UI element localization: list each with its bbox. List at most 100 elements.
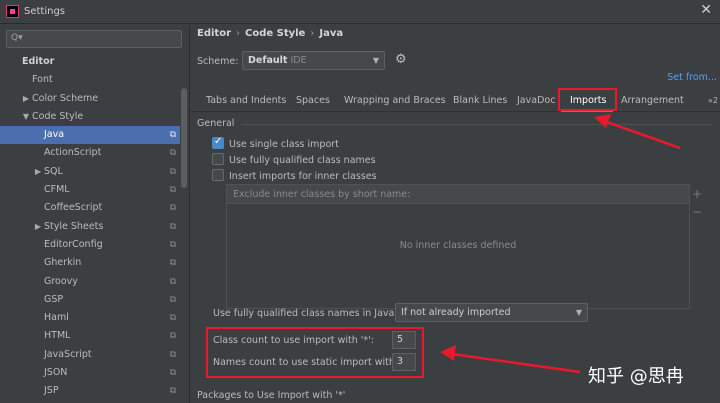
sidebar-item-actionscript[interactable]: ActionScript ⧉ [0, 144, 180, 162]
class-count-label: Class count to use import with '*': [213, 335, 374, 346]
sidebar-item-label: ActionScript [44, 147, 102, 159]
sidebar-item-editor[interactable]: Editor [0, 53, 180, 71]
title-bar: Settings ✕ [0, 0, 720, 24]
close-icon[interactable]: ✕ [700, 2, 712, 18]
copy-settings-icon: ⧉ [169, 331, 176, 342]
inner-classes-header: Exclude inner classes by short name: [227, 185, 689, 204]
settings-sidebar: Q▾ Editor Font ▶ Color Scheme ▼ Code Style Jav… [0, 25, 190, 403]
tab-javadoc[interactable]: JavaDoc [517, 95, 555, 106]
class-count-input[interactable]: 5 [392, 331, 416, 349]
general-section-title: General [197, 118, 235, 129]
sidebar-item-groovy[interactable]: Groovy ⧉ [0, 273, 180, 291]
breadcrumb-separator: › [310, 28, 315, 39]
copy-settings-icon: ⧉ [169, 294, 176, 305]
sidebar-item-html[interactable]: HTML ⧉ [0, 327, 180, 345]
sidebar-item-style-sheets[interactable]: ▶ Style Sheets ⧉ [0, 218, 180, 236]
sidebar-item-label: Java [44, 129, 65, 141]
general-divider [241, 124, 713, 125]
sidebar-item-jsp[interactable]: JSP ⧉ [0, 382, 180, 400]
copy-settings-icon: ⧉ [169, 276, 176, 287]
tab-arrangement[interactable]: Arrangement [621, 95, 684, 106]
tab-wrapping-and-braces[interactable]: Wrapping and Braces [344, 95, 446, 106]
chevron-down-icon: ▼ [372, 56, 379, 65]
checkbox[interactable] [212, 153, 224, 165]
copy-settings-icon: ⧉ [169, 203, 176, 214]
sidebar-item-label: Gherkin [44, 257, 82, 269]
window-title: Settings [24, 6, 66, 17]
copy-settings-icon: ⧉ [169, 166, 176, 177]
scheme-dropdown[interactable]: Default IDE ▼ [242, 51, 385, 70]
use-fully-qualified-option[interactable]: Use fully qualified class names [212, 153, 376, 166]
sidebar-item-label: Code Style [32, 110, 84, 122]
inner-classes-toolbar: + − [690, 185, 704, 221]
imports-tab-highlight-box [558, 88, 617, 111]
sidebar-item-haml[interactable]: Haml ⧉ [0, 309, 180, 327]
search-icon: Q▾ [11, 33, 23, 43]
sidebar-item-color-scheme[interactable]: ▶ Color Scheme [0, 90, 180, 108]
option-label: Insert imports for inner classes [229, 171, 377, 182]
copy-settings-icon: ⧉ [169, 148, 176, 159]
code-style-panel: Editor › Code Style › Java Scheme: Default ID… [191, 25, 720, 403]
sidebar-item-label: Color Scheme [32, 92, 99, 104]
sidebar-item-label: JavaScript [44, 348, 92, 360]
sidebar-item-editorconfig[interactable]: EditorConfig ⧉ [0, 236, 180, 254]
sidebar-item-label: SQL [44, 165, 63, 177]
tab-tabs-and-indents[interactable]: Tabs and Indents [206, 95, 286, 106]
tab-blank-lines[interactable]: Blank Lines [453, 95, 507, 106]
tab-spaces[interactable]: Spaces [296, 95, 330, 106]
sidebar-scrollbar[interactable] [181, 88, 187, 188]
sidebar-item-javascript[interactable]: JavaScript ⧉ [0, 346, 180, 364]
scheme-value: Default [248, 55, 288, 66]
sidebar-item-font[interactable]: Font [0, 71, 180, 89]
sidebar-item-sql[interactable]: ▶ SQL ⧉ [0, 163, 180, 181]
sidebar-item-label: CFML [44, 184, 70, 196]
copy-settings-icon: ⧉ [169, 221, 176, 232]
copy-settings-icon: ⧉ [169, 185, 176, 196]
zhihu-watermark: 知乎 @思冉 [588, 366, 684, 387]
copy-settings-icon: ⧉ [169, 349, 176, 360]
gear-icon[interactable]: ⚙ [395, 52, 407, 67]
sidebar-item-label: Haml [44, 312, 69, 324]
sidebar-item-label: EditorConfig [44, 238, 103, 250]
sidebar-item-label: Editor [22, 56, 55, 67]
sidebar-item-label: GSP [44, 293, 64, 305]
static-count-label: Names count to use static import with '*… [213, 357, 412, 368]
breadcrumb-separator: › [236, 28, 240, 39]
expand-arrow-icon[interactable]: ▶ [32, 218, 44, 236]
sidebar-item-json[interactable]: JSON ⧉ [0, 364, 180, 382]
use-single-class-import-option[interactable]: Use single class import [212, 136, 339, 150]
scheme-label: Scheme: [197, 56, 239, 67]
javadoc-dropdown[interactable]: If not already imported ▼ [395, 303, 588, 322]
sidebar-item-label: Style Sheets [44, 220, 104, 232]
expand-arrow-icon[interactable]: ▼ [20, 108, 32, 126]
set-from-link[interactable]: Set from... [667, 72, 717, 83]
sidebar-item-gsp[interactable]: GSP ⧉ [0, 291, 180, 309]
more-tabs-icon[interactable]: »2 [708, 96, 718, 105]
inner-classes-list[interactable]: Exclude inner classes by short name: No … [226, 184, 690, 309]
checkbox-checked[interactable] [212, 136, 224, 149]
remove-icon[interactable]: − [690, 203, 704, 221]
checkbox[interactable] [212, 169, 224, 181]
copy-settings-icon: ⧉ [169, 258, 176, 269]
sidebar-item-label: JSON [44, 367, 68, 379]
sidebar-item-cfml[interactable]: CFML ⧉ [0, 181, 180, 199]
breadcrumb-editor: Editor [197, 28, 231, 39]
sidebar-item-coffeescript[interactable]: CoffeeScript ⧉ [0, 199, 180, 217]
packages-section-title: Packages to Use Import with '*' [197, 390, 346, 401]
sidebar-item-label: HTML [44, 330, 71, 342]
javadoc-value: If not already imported [401, 307, 511, 318]
sidebar-item-gherkin[interactable]: Gherkin ⧉ [0, 254, 180, 272]
copy-settings-icon: ⧉ [169, 239, 176, 250]
sidebar-item-code-style[interactable]: ▼ Code Style [0, 108, 180, 126]
expand-arrow-icon[interactable]: ▶ [20, 90, 32, 108]
expand-arrow-icon[interactable]: ▶ [32, 163, 44, 181]
insert-imports-inner-option[interactable]: Insert imports for inner classes [212, 169, 377, 182]
sidebar-item-java[interactable]: Java ⧉ [0, 126, 180, 145]
sidebar-item-label: CoffeeScript [44, 202, 103, 214]
chevron-down-icon: ▼ [575, 308, 582, 317]
static-count-input[interactable]: 3 [392, 353, 416, 371]
settings-search-input[interactable]: Q▾ [6, 30, 182, 48]
sidebar-item-label: Groovy [44, 275, 78, 287]
add-icon[interactable]: + [690, 185, 704, 203]
inner-classes-empty-text: No inner classes defined [399, 240, 517, 251]
